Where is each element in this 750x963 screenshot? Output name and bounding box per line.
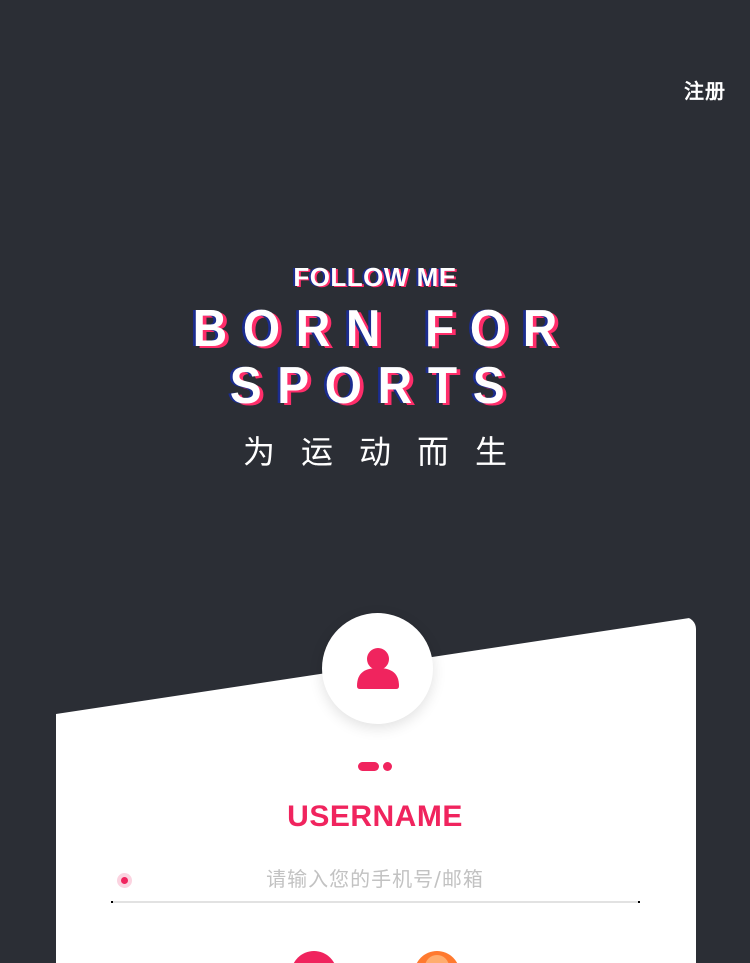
- hero-title: BORN FOR SPORTS: [192, 300, 573, 416]
- page-indicator: [358, 762, 398, 772]
- register-link[interactable]: 注册: [684, 75, 726, 104]
- hero-subtitle: FOLLOW ME: [293, 262, 457, 292]
- page-indicator-dot: [383, 762, 392, 771]
- hero-tagline: 为运动而生: [242, 433, 533, 472]
- hero-banner: FOLLOW ME BORN FOR SPORTS 为运动而生: [0, 262, 750, 473]
- username-input[interactable]: [145, 860, 605, 898]
- field-title: USERNAME: [287, 800, 463, 833]
- input-underline: [111, 901, 640, 903]
- avatar: [322, 613, 433, 724]
- input-marker-icon: [117, 873, 132, 888]
- user-icon: [357, 648, 399, 689]
- page-indicator-active: [358, 762, 379, 771]
- login-screen: 注册 FOLLOW ME BORN FOR SPORTS 为运动而生 USERN…: [0, 0, 750, 963]
